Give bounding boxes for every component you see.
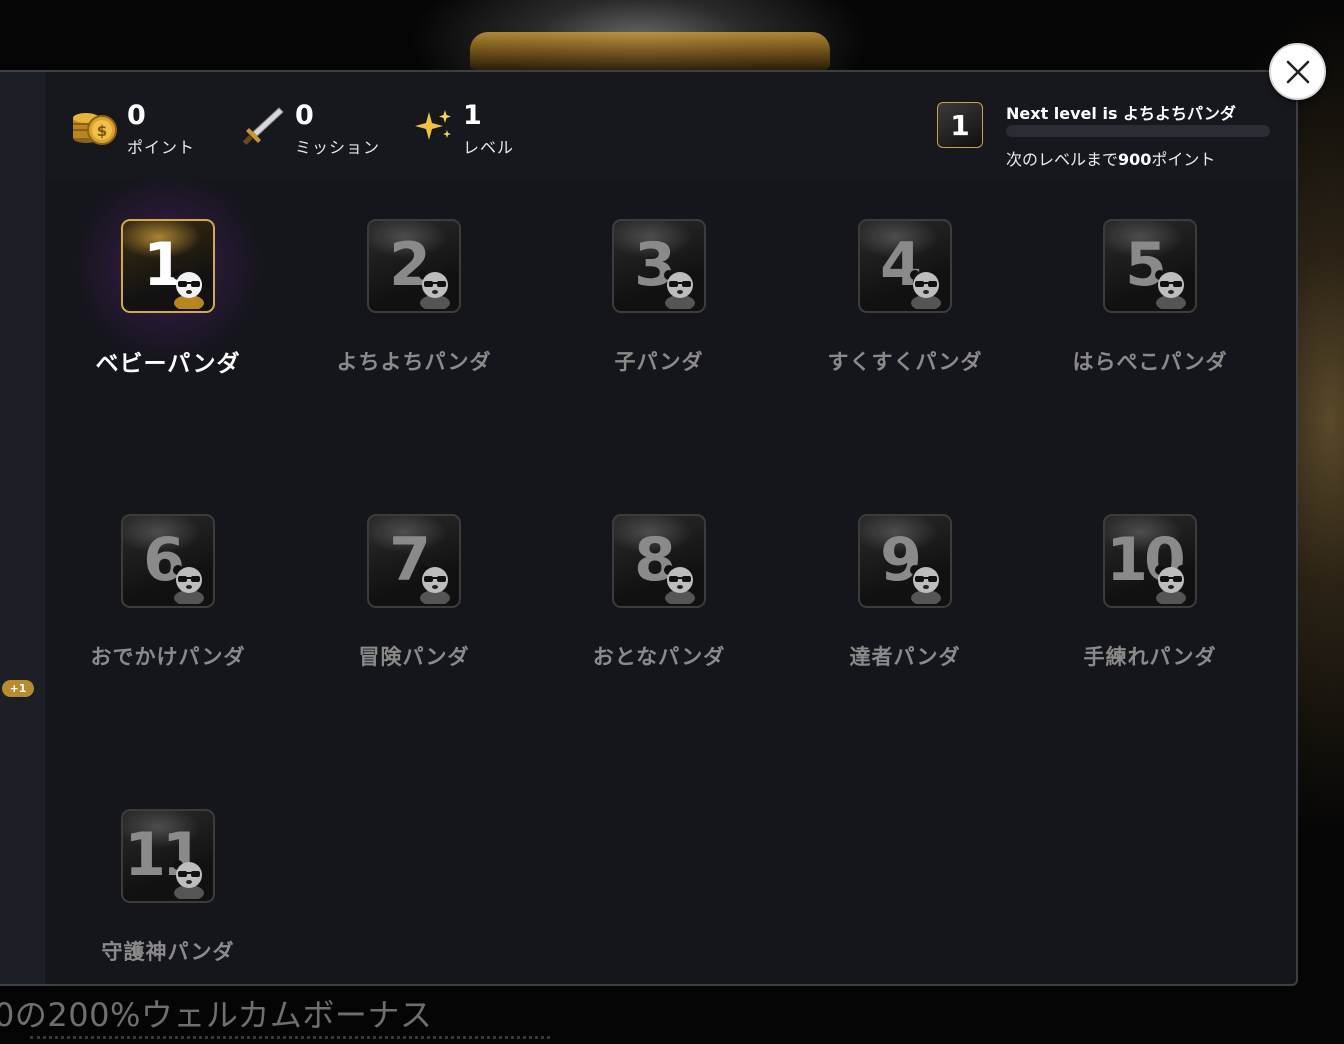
promo-divider	[30, 1036, 550, 1044]
plus-badge[interactable]: +1	[2, 680, 34, 697]
level-badge: 10	[1103, 514, 1197, 608]
level-tile[interactable]: 6 おでかけパンダ	[45, 476, 291, 766]
level-tile[interactable]: 5 はらぺこパンダ	[1027, 181, 1273, 471]
level-name: すくすくパンダ	[827, 350, 983, 374]
level-name: ベビーパンダ	[95, 351, 241, 377]
svg-text:$: $	[97, 122, 107, 140]
level-tile[interactable]: 10 手練れパンダ	[1027, 476, 1273, 766]
missions-value: 0	[295, 100, 314, 131]
level-value: 1	[463, 100, 482, 131]
level-badge: 5	[1103, 219, 1197, 313]
level-badge: 4	[858, 219, 952, 313]
promo-text: 0の200%ウェルカムボーナス	[0, 996, 433, 1034]
level-badge: 3	[612, 219, 706, 313]
next-level-panel: 1 Next level is よちよちパンダ 次のレベルまで900ポイント	[937, 100, 1277, 170]
level-tile[interactable]: 3 子パンダ	[536, 181, 782, 471]
level-tile[interactable]: 1 ベビーパンダ	[45, 181, 291, 471]
level-badge: 6	[121, 514, 215, 608]
panda-icon	[419, 565, 451, 604]
panda-icon	[664, 565, 696, 604]
level-name: おでかけパンダ	[90, 645, 246, 669]
level-tile[interactable]: 9 達者パンダ	[782, 476, 1028, 766]
level-name: 手練れパンダ	[1083, 645, 1217, 669]
level-badge: 7	[367, 514, 461, 608]
panda-icon	[173, 270, 205, 309]
level-badge: 8	[612, 514, 706, 608]
level-name: はらぺこパンダ	[1072, 350, 1228, 374]
level-grid: 1 ベビーパンダ 2 よちよちパンダ 3 子パンダ 4 すくすくパンダ 5 はらぺこパンダ 6 おでか…	[45, 180, 1296, 984]
panda-icon	[173, 565, 205, 604]
level-tile[interactable]: 8 おとなパンダ	[536, 476, 782, 766]
panda-icon	[1155, 270, 1187, 309]
level-name: 達者パンダ	[849, 645, 961, 669]
close-button[interactable]	[1269, 43, 1326, 100]
panda-icon	[664, 270, 696, 309]
next-level-progress-bar	[1006, 125, 1270, 137]
level-tile[interactable]: 7 冒険パンダ	[291, 476, 537, 766]
missions-stat: 0 ミッション	[239, 100, 389, 157]
panda-icon	[419, 270, 451, 309]
modal-header: $ 0 ポイント 0 ミッション 1 レベル 1 Next level is よ…	[45, 72, 1296, 180]
level-tile[interactable]: 11 守護神パンダ	[45, 771, 291, 984]
level-name: おとなパンダ	[592, 645, 726, 669]
next-level-badge-number: 1	[950, 109, 970, 142]
next-level-sub-prefix: 次のレベルまで	[1006, 150, 1119, 169]
level-name: 守護神パンダ	[101, 940, 235, 964]
missions-label: ミッション	[295, 138, 381, 157]
level-tile[interactable]: 2 よちよちパンダ	[291, 181, 537, 471]
points-label: ポイント	[127, 138, 196, 157]
points-stat: $ 0 ポイント	[72, 100, 212, 157]
levels-modal: +1 $ 0 ポイント 0 ミッション 1 レベル 1 Next level i…	[0, 70, 1298, 986]
next-level-sub-suffix: ポイント	[1151, 150, 1216, 169]
side-rail: +1	[0, 72, 45, 984]
next-level-badge: 1	[937, 102, 983, 148]
close-icon	[1286, 60, 1310, 84]
level-badge: 2	[367, 219, 461, 313]
level-name: 冒険パンダ	[358, 645, 470, 669]
panda-icon	[910, 565, 942, 604]
sword-icon	[239, 106, 285, 146]
next-level-points-needed: 900	[1118, 150, 1152, 169]
level-stat: 1 レベル	[411, 100, 531, 157]
next-level-title: Next level is よちよちパンダ	[1006, 104, 1236, 123]
level-badge: 1	[121, 219, 215, 313]
panda-icon	[910, 270, 942, 309]
level-tile[interactable]: 4 すくすくパンダ	[782, 181, 1028, 471]
level-label: レベル	[463, 138, 515, 157]
hero-panda-glasses-image	[470, 32, 830, 70]
next-level-subtext: 次のレベルまで900ポイント	[1006, 146, 1215, 170]
level-badge: 9	[858, 514, 952, 608]
level-name: 子パンダ	[614, 350, 704, 374]
sparkles-icon	[411, 106, 457, 146]
points-value: 0	[127, 100, 146, 131]
level-badge: 11	[121, 809, 215, 903]
panda-icon	[173, 860, 205, 899]
panda-icon	[1155, 565, 1187, 604]
level-name: よちよちパンダ	[336, 350, 492, 374]
coins-icon: $	[72, 106, 118, 146]
